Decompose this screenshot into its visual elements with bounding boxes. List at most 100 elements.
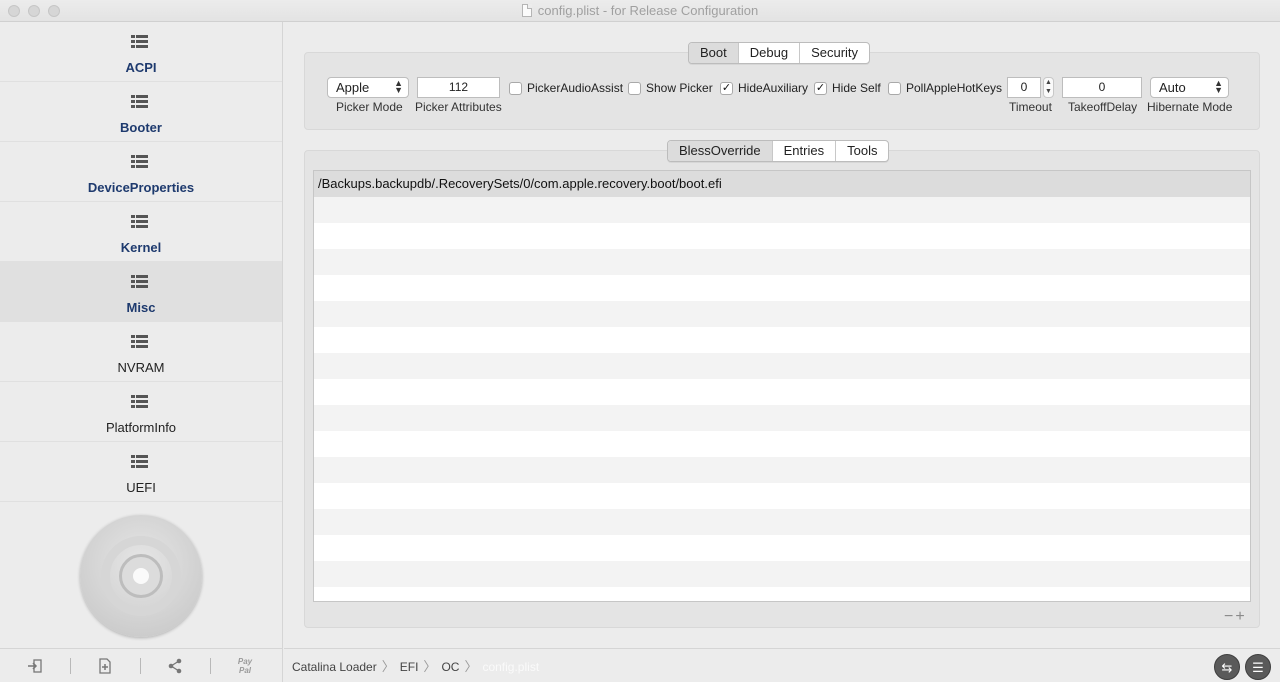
new-file-icon xyxy=(99,657,111,674)
table-row-empty[interactable] xyxy=(314,535,1250,561)
popup-chevron-icon: ▲ ▼ xyxy=(394,78,403,95)
list-icon xyxy=(131,455,148,469)
checkbox-box[interactable] xyxy=(509,81,522,95)
import-icon xyxy=(28,658,42,673)
sync-button[interactable]: ⇆ xyxy=(1214,654,1240,680)
sidebar-item-label: Kernel xyxy=(120,240,162,255)
sidebar-item-misc[interactable]: Misc xyxy=(0,262,282,322)
breadcrumb-item[interactable]: OC xyxy=(441,660,459,674)
sidebar-item-uefi[interactable]: UEFI xyxy=(0,442,282,502)
breadcrumb-item[interactable]: Catalina Loader xyxy=(292,660,377,674)
takeoff-delay-caption: TakeoffDelay xyxy=(1068,100,1138,114)
zoom-window-button[interactable] xyxy=(48,5,60,17)
list-icon xyxy=(131,35,148,49)
table-row-empty[interactable] xyxy=(314,457,1250,483)
tab-boot[interactable]: Boot xyxy=(689,43,738,63)
checkmark-icon[interactable]: ✓ xyxy=(814,81,827,95)
minimize-window-button[interactable] xyxy=(28,5,40,17)
checkbox-hideauxiliary[interactable]: ✓ HideAuxiliary xyxy=(720,81,808,95)
list-icon: ☰ xyxy=(1252,660,1264,675)
paypal-icon: Pay Pal xyxy=(237,656,253,675)
breadcrumb-separator: 〉 xyxy=(381,659,395,674)
remove-row-button[interactable]: − xyxy=(1224,608,1235,625)
checkbox-pickeraudioassist[interactable]: PickerAudioAssist xyxy=(509,81,623,95)
timeout-field[interactable]: 0 xyxy=(1007,77,1041,98)
new-document-button[interactable] xyxy=(70,656,140,676)
share-button[interactable] xyxy=(140,656,210,676)
table-row-empty[interactable] xyxy=(314,379,1250,405)
subsection-tabs: BlessOverride Entries Tools xyxy=(667,140,890,162)
sidebar-item-label: ACPI xyxy=(125,60,157,75)
breadcrumb-item[interactable]: EFI xyxy=(400,660,419,674)
section-tabs: Boot Debug Security xyxy=(688,42,871,64)
sidebar-item-platforminfo[interactable]: PlatformInfo xyxy=(0,382,282,442)
sidebar-item-kernel[interactable]: Kernel xyxy=(0,202,282,262)
close-window-button[interactable] xyxy=(8,5,20,17)
popup-chevron-icon: ▲ ▼ xyxy=(1214,78,1223,95)
add-row-button[interactable]: + xyxy=(1235,608,1246,625)
timeout-stepper[interactable]: ▲ ▼ xyxy=(1043,77,1054,98)
sidebar-item-nvram[interactable]: NVRAM xyxy=(0,322,282,382)
checkbox-hide-self[interactable]: ✓ Hide Self xyxy=(814,81,881,95)
picker-mode-popup[interactable]: Apple ▲ ▼ xyxy=(327,77,409,98)
table-row-empty[interactable] xyxy=(314,353,1250,379)
tab-security[interactable]: Security xyxy=(799,43,869,63)
swap-arrows-icon: ⇆ xyxy=(1221,660,1233,675)
checkbox-box[interactable] xyxy=(888,81,901,95)
paypal-donate-button[interactable]: Pay Pal xyxy=(210,656,280,676)
picker-mode-caption: Picker Mode xyxy=(336,100,403,114)
table-row-empty[interactable] xyxy=(314,275,1250,301)
breadcrumb-separator: 〉 xyxy=(464,659,478,674)
share-icon xyxy=(168,658,182,673)
table-row-empty[interactable] xyxy=(314,327,1250,353)
table-row[interactable]: /Backups.backupdb/.RecoverySets/0/com.ap… xyxy=(314,171,1250,197)
path-bar: Catalina Loader 〉 EFI 〉 OC 〉 config.plist ⇆ ☰ xyxy=(284,648,1280,682)
table-row-empty[interactable] xyxy=(314,405,1250,431)
checkbox-label: PollAppleHotKeys xyxy=(906,81,1003,95)
list-icon xyxy=(131,395,148,409)
breadcrumb: Catalina Loader 〉 EFI 〉 OC 〉 config.plist xyxy=(292,656,539,675)
list-icon xyxy=(131,95,148,109)
table-row-empty[interactable] xyxy=(314,249,1250,275)
subtab-entries[interactable]: Entries xyxy=(771,141,835,161)
breadcrumb-item[interactable]: config.plist xyxy=(482,660,539,674)
checkbox-show-picker[interactable]: Show Picker xyxy=(628,81,713,95)
bless-override-table[interactable]: /Backups.backupdb/.RecoverySets/0/com.ap… xyxy=(313,170,1251,602)
table-row-empty[interactable] xyxy=(314,301,1250,327)
checkmark-icon[interactable]: ✓ xyxy=(720,81,733,95)
hibernate-mode-popup[interactable]: Auto ▲ ▼ xyxy=(1150,77,1229,98)
picker-attributes-field[interactable]: 112 xyxy=(417,77,500,98)
table-row-empty[interactable] xyxy=(314,483,1250,509)
sidebar-item-label: Booter xyxy=(120,120,162,135)
list-view-button[interactable]: ☰ xyxy=(1245,654,1271,680)
import-button[interactable] xyxy=(0,656,70,676)
sidebar-item-booter[interactable]: Booter xyxy=(0,82,282,142)
title-bar: config.plist - for Release Configuration xyxy=(0,0,1280,22)
list-icon xyxy=(131,155,148,169)
tab-debug[interactable]: Debug xyxy=(737,43,799,63)
sidebar-item-acpi[interactable]: ACPI xyxy=(0,22,282,82)
app-logo-gear-icon xyxy=(80,515,202,637)
list-icon xyxy=(131,335,148,349)
table-row-empty[interactable] xyxy=(314,509,1250,535)
table-row-empty[interactable] xyxy=(314,223,1250,249)
table-row-empty[interactable] xyxy=(314,431,1250,457)
breadcrumb-separator: 〉 xyxy=(423,659,437,674)
checkbox-pollapplehotkeys[interactable]: PollAppleHotKeys xyxy=(888,81,1002,95)
checkbox-box[interactable] xyxy=(628,81,641,95)
checkbox-label: Show Picker xyxy=(646,81,713,95)
subtab-blessoverride[interactable]: BlessOverride xyxy=(668,141,772,161)
sidebar-toolbar: Pay Pal xyxy=(0,648,283,682)
sidebar-item-deviceproperties[interactable]: DeviceProperties xyxy=(0,142,282,202)
subtab-tools[interactable]: Tools xyxy=(835,141,888,161)
table-row-empty[interactable] xyxy=(314,197,1250,223)
table-row-empty[interactable] xyxy=(314,561,1250,587)
takeoff-delay-field[interactable]: 0 xyxy=(1062,77,1142,98)
window-controls xyxy=(8,5,60,17)
window-title: config.plist - for Release Configuration xyxy=(521,3,758,18)
timeout-caption: Timeout xyxy=(1009,100,1052,114)
main-panel: Boot Debug Security Apple ▲ ▼ Picker Mode 1… xyxy=(284,22,1280,648)
sidebar-item-label: PlatformInfo xyxy=(105,420,177,435)
sidebar-list: ACPI Booter DeviceProperties Kernel Misc NVRA… xyxy=(0,22,282,502)
checkbox-label: PickerAudioAssist xyxy=(527,81,624,95)
